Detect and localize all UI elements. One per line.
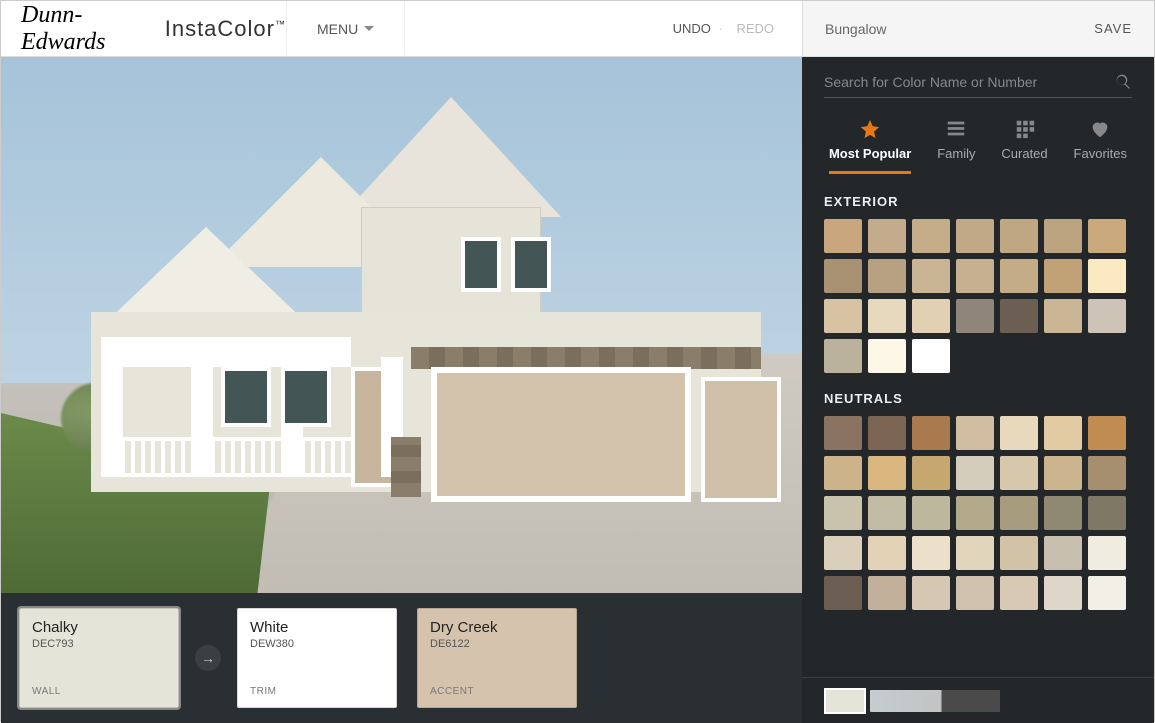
search-input[interactable] [824,74,1114,90]
list-icon [945,118,967,140]
chevron-down-icon [364,24,374,34]
grid-icon [1014,118,1036,140]
tab-favorites[interactable]: Favorites [1074,118,1127,174]
card-slot: WALL [32,686,166,697]
color-swatch[interactable] [1000,576,1038,610]
color-swatch[interactable] [956,259,994,293]
current-color-mini[interactable] [824,688,866,714]
color-swatch[interactable] [1044,416,1082,450]
color-swatch[interactable] [1044,576,1082,610]
color-swatch[interactable] [868,496,906,530]
color-swatch[interactable] [868,219,906,253]
tab-most-popular[interactable]: Most Popular [829,118,911,174]
color-swatch[interactable] [868,339,906,373]
color-swatch[interactable] [824,339,862,373]
color-swatch[interactable] [868,576,906,610]
color-swatch[interactable] [1088,259,1126,293]
color-swatch[interactable] [956,496,994,530]
color-swatch[interactable] [1088,496,1126,530]
color-swatch[interactable] [1000,219,1038,253]
menu-button[interactable]: MENU [286,1,405,56]
color-card-trim[interactable]: White DEW380 TRIM [237,608,397,708]
card-code: DE6122 [430,638,564,650]
brand-logo: Dunn-Edwards InstaColor™ [1,2,286,56]
project-name: Bungalow [825,21,887,37]
group-title: NEUTRALS [824,391,1138,406]
tab-family[interactable]: Family [937,118,975,174]
card-code: DEW380 [250,638,384,650]
color-swatch[interactable] [824,536,862,570]
color-swatch[interactable] [912,496,950,530]
color-swatch[interactable] [1088,576,1126,610]
color-swatch[interactable] [1088,416,1126,450]
color-swatch[interactable] [956,299,994,333]
color-swatch[interactable] [824,496,862,530]
house-preview[interactable] [1,57,802,593]
color-swatch[interactable] [1088,536,1126,570]
search-icon[interactable] [1114,73,1132,91]
color-swatch[interactable] [956,536,994,570]
color-card-wall[interactable]: Chalky DEC793 WALL [19,608,179,708]
color-swatch[interactable] [912,456,950,490]
color-swatch[interactable] [912,576,950,610]
brand-product: InstaColor™ [165,16,286,42]
color-swatch[interactable] [1000,456,1038,490]
color-swatch[interactable] [1088,219,1126,253]
color-swatch[interactable] [824,416,862,450]
card-slot: ACCENT [430,686,564,697]
palette-scroll[interactable]: EXTERIOR NEUTRALS [802,174,1154,677]
color-swatch[interactable] [868,416,906,450]
next-card-button[interactable]: → [195,645,221,671]
save-button[interactable]: SAVE [1094,21,1132,36]
color-swatch[interactable] [868,259,906,293]
color-swatch[interactable] [824,219,862,253]
color-swatch[interactable] [824,456,862,490]
history-controls: UNDO · REDO [673,21,802,36]
color-swatch[interactable] [1000,496,1038,530]
color-swatch[interactable] [912,416,950,450]
color-swatch[interactable] [1044,259,1082,293]
color-card-accent[interactable]: Dry Creek DE6122 ACCENT [417,608,577,708]
color-swatch[interactable] [868,456,906,490]
color-swatch[interactable] [824,259,862,293]
heart-icon [1089,118,1111,140]
color-swatch[interactable] [824,299,862,333]
color-swatch[interactable] [956,576,994,610]
color-swatch[interactable] [1044,219,1082,253]
undo-button[interactable]: UNDO [673,21,711,36]
color-swatch[interactable] [1044,496,1082,530]
card-slot: TRIM [250,686,384,697]
star-icon [859,118,881,140]
color-swatch[interactable] [824,576,862,610]
card-code: DEC793 [32,638,166,650]
color-swatch[interactable] [912,339,950,373]
color-swatch[interactable] [1044,456,1082,490]
color-swatch[interactable] [1088,299,1126,333]
color-swatch[interactable] [1000,259,1038,293]
color-swatch[interactable] [1088,456,1126,490]
tab-curated[interactable]: Curated [1001,118,1047,174]
card-title: Dry Creek [430,619,564,636]
color-swatch[interactable] [1000,299,1038,333]
color-swatch[interactable] [1044,299,1082,333]
menu-label: MENU [317,21,358,37]
color-swatch[interactable] [868,536,906,570]
color-swatch[interactable] [956,219,994,253]
color-swatch[interactable] [912,259,950,293]
redo-button[interactable]: REDO [736,21,774,36]
brand-script: Dunn-Edwards [21,2,159,56]
card-title: White [250,619,384,636]
color-swatch[interactable] [912,219,950,253]
color-swatch[interactable] [912,536,950,570]
color-swatch[interactable] [1000,536,1038,570]
card-title: Chalky [32,619,166,636]
color-swatch[interactable] [868,299,906,333]
shade-slider[interactable] [870,690,1000,712]
color-swatch[interactable] [912,299,950,333]
color-swatch[interactable] [956,456,994,490]
color-swatch[interactable] [1044,536,1082,570]
color-swatch[interactable] [1000,416,1038,450]
color-swatch[interactable] [956,416,994,450]
group-title: EXTERIOR [824,194,1138,209]
